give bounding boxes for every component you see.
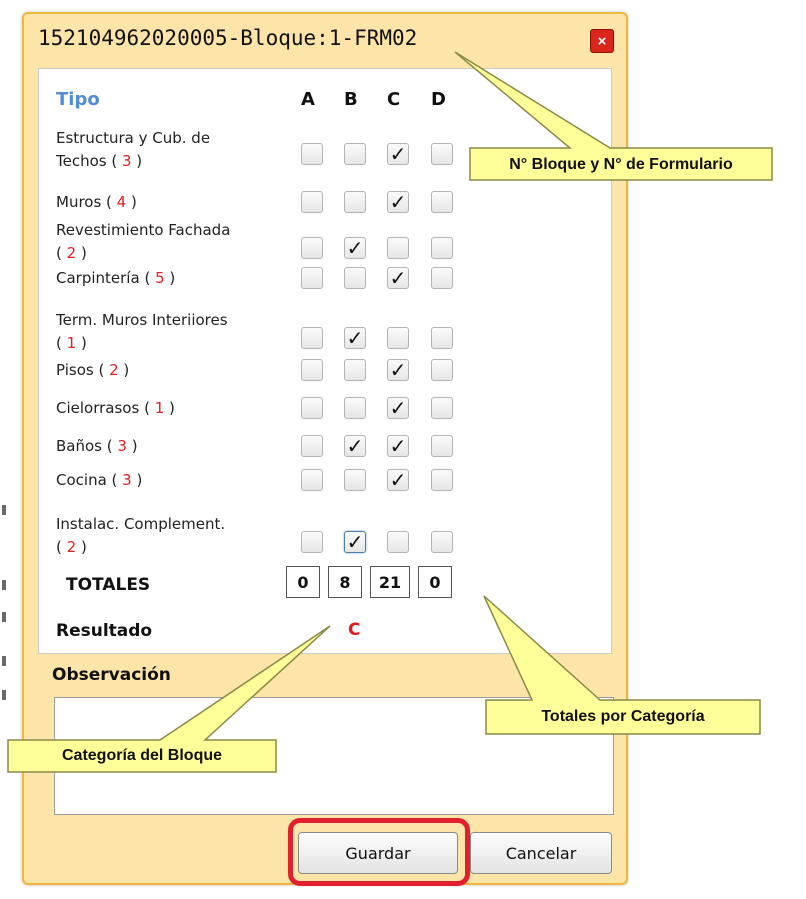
callout-totales-text: Totales por Categoría: [541, 708, 705, 725]
callout-bloque-text: N° Bloque y N° de Formulario: [509, 156, 733, 173]
callout-categoria-text: Categoría del Bloque: [61, 747, 223, 764]
